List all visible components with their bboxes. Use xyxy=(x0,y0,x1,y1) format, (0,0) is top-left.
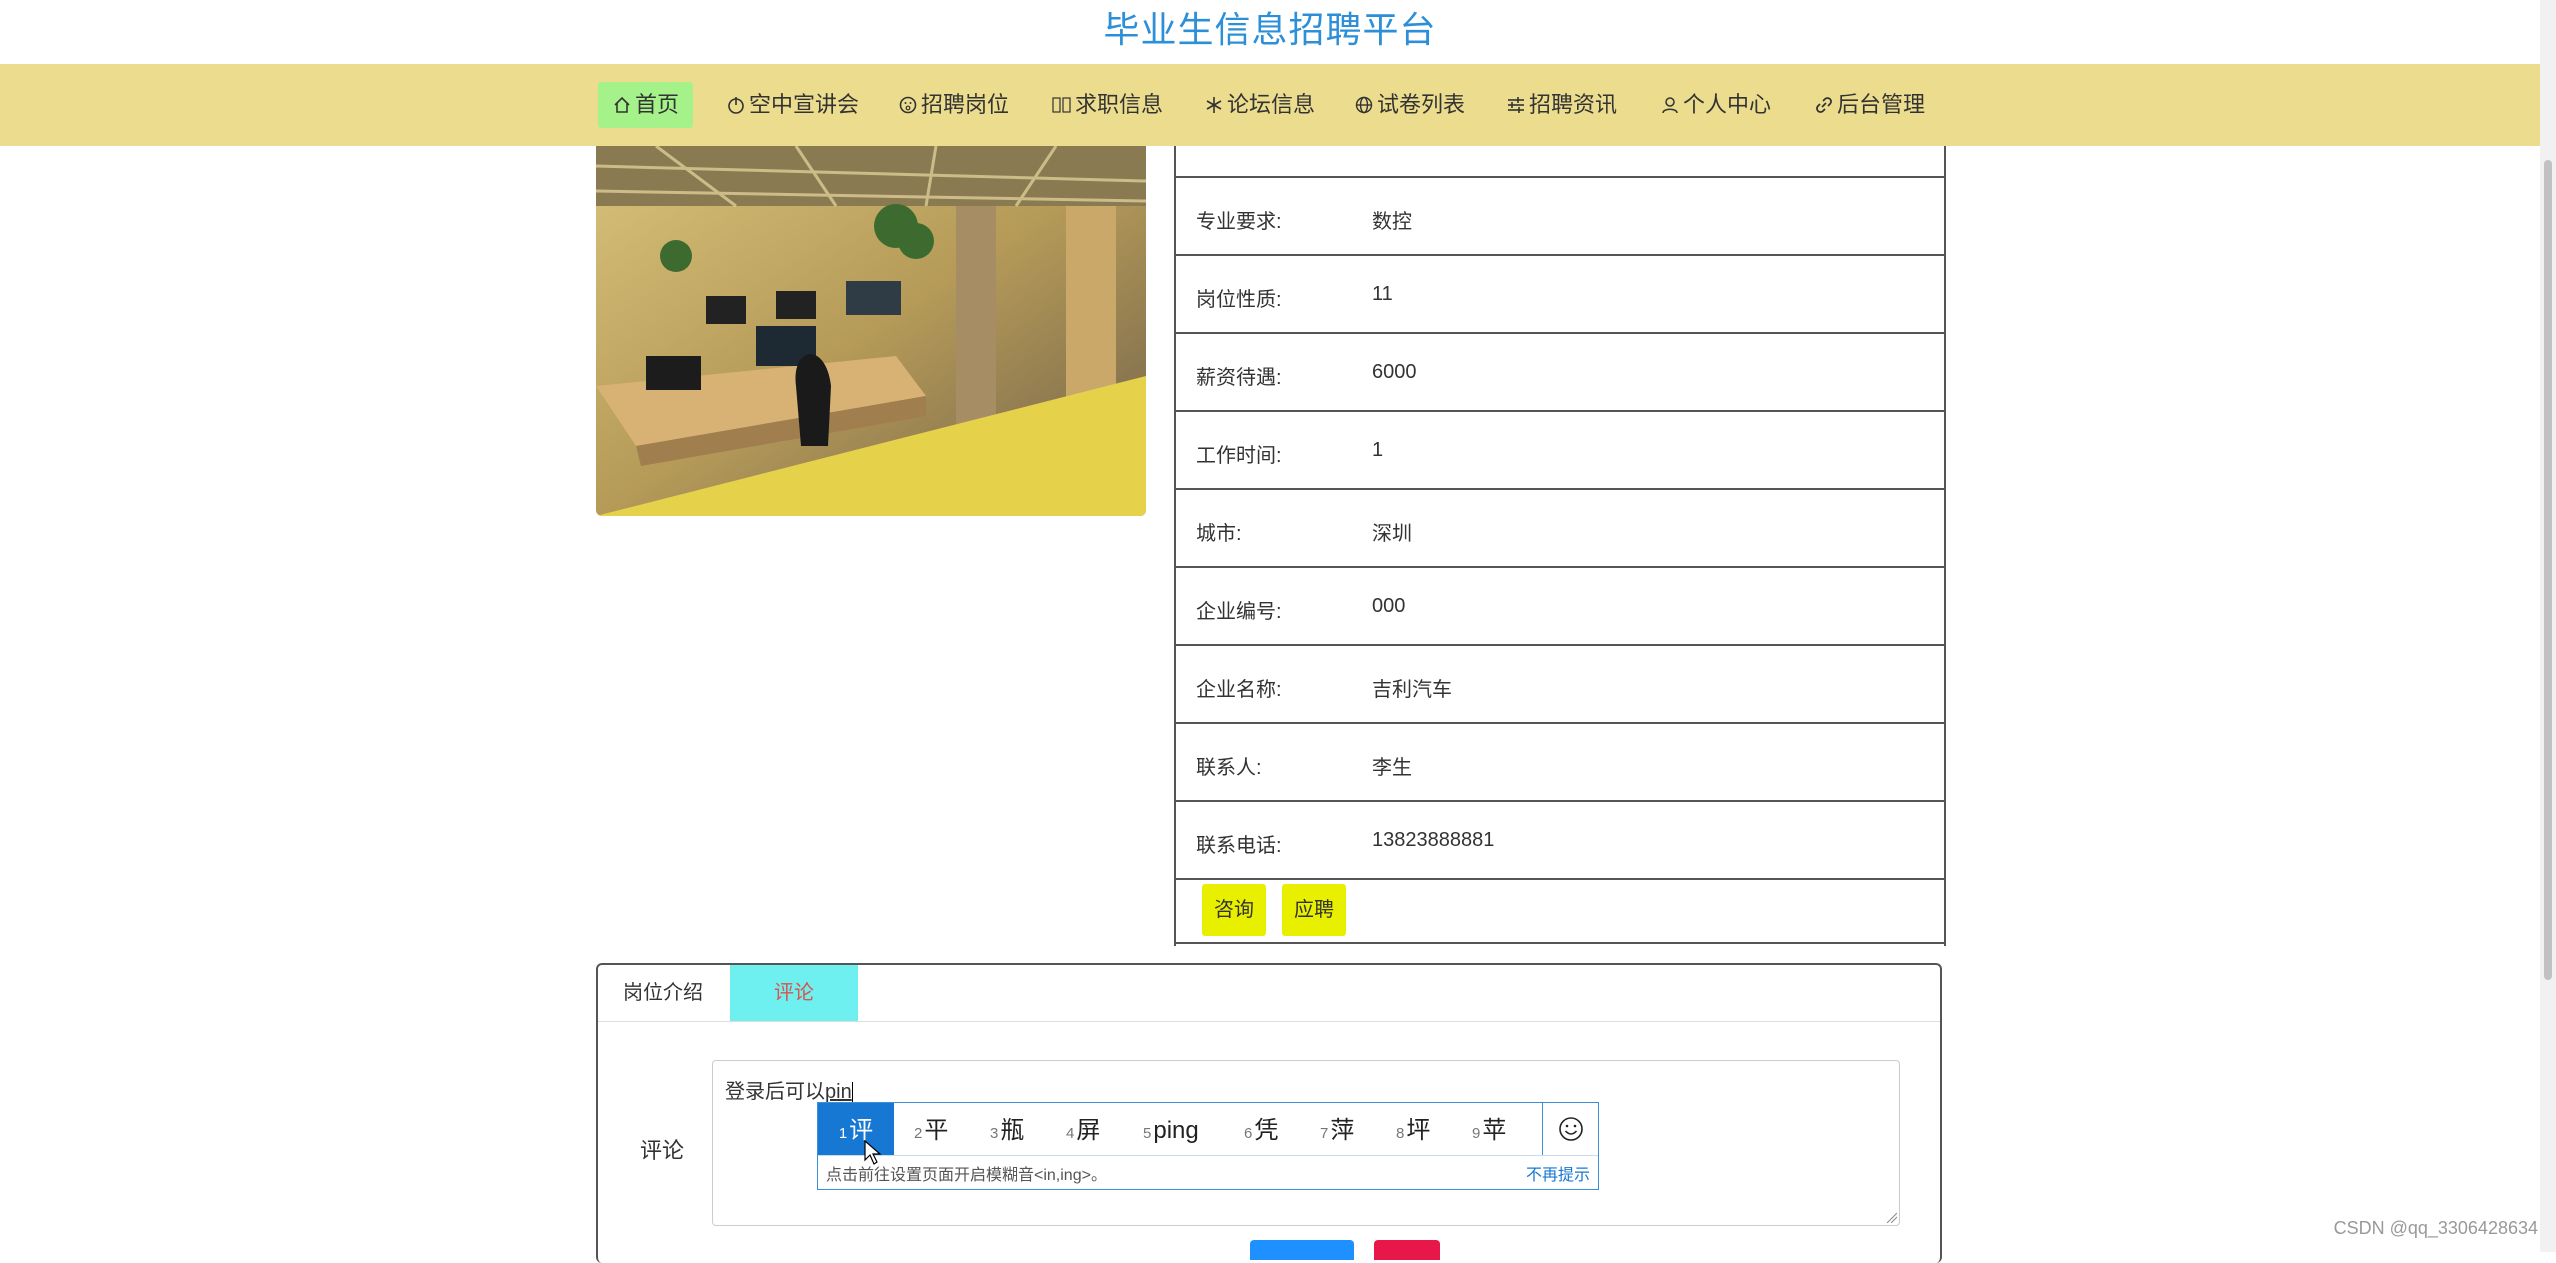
detail-value: 6000 xyxy=(1372,361,1417,383)
nav-item-label: 招聘资讯 xyxy=(1529,92,1618,117)
snowflake-icon xyxy=(1204,95,1224,115)
consult-button[interactable]: 咨询 xyxy=(1202,884,1266,936)
tab-comments[interactable]: 评论 xyxy=(730,965,858,1021)
nav-item-forum[interactable]: 论坛信息 xyxy=(1190,82,1329,128)
detail-value: 1 xyxy=(1372,439,1384,461)
smiley-icon[interactable] xyxy=(1558,1116,1584,1142)
nav-item-label: 后台管理 xyxy=(1837,92,1926,117)
tab-strip: 岗位介绍 评论 xyxy=(598,965,1940,1022)
apply-button[interactable]: 应聘 xyxy=(1282,884,1346,936)
detail-label: 城市: xyxy=(1196,523,1242,545)
detail-label: 岗位性质: xyxy=(1196,289,1282,311)
nav-item-exam-list[interactable]: 试卷列表 xyxy=(1340,82,1479,128)
nav-item-job-posts[interactable]: 招聘岗位 xyxy=(884,82,1023,128)
nav-item-personal-center[interactable]: 个人中心 xyxy=(1646,82,1785,128)
ime-candidate-9[interactable]: 9苹 xyxy=(1472,1103,1506,1155)
comment-composing-text: pin xyxy=(825,1081,852,1103)
detail-value: 李生 xyxy=(1372,757,1412,779)
ime-dismiss-link[interactable]: 不再提示 xyxy=(1526,1161,1590,1185)
mouse-cursor-icon xyxy=(864,1140,882,1165)
reset-comment-button[interactable] xyxy=(1374,1240,1440,1260)
power-icon xyxy=(726,95,746,115)
nav-item-admin[interactable]: 后台管理 xyxy=(1800,82,1939,128)
resize-grip-icon[interactable] xyxy=(1885,1211,1897,1223)
nav-item-recruit-news[interactable]: 招聘资讯 xyxy=(1492,82,1631,128)
home-icon xyxy=(612,95,632,115)
detail-label: 联系电话: xyxy=(1196,835,1282,857)
nav-item-job-seeking[interactable]: 求职信息 xyxy=(1038,82,1177,128)
user-icon xyxy=(1660,95,1680,115)
link-icon xyxy=(1814,95,1834,115)
ime-candidate-popup: 1评 2平 3瓶 4屏 5ping 6凭 7萍 8坪 9苹 点击前往设置页面开启… xyxy=(817,1102,1599,1190)
detail-value: 深圳 xyxy=(1372,523,1412,545)
main-navbar: 首页 空中宣讲会 招聘岗位 求职信息 论坛信息 试卷列表 招聘资讯 个人中心 后… xyxy=(0,64,2540,146)
ime-candidate-2[interactable]: 2平 xyxy=(914,1103,948,1155)
detail-value: 数控 xyxy=(1372,211,1412,233)
detail-label: 企业编号: xyxy=(1196,601,1282,623)
ime-candidate-8[interactable]: 8坪 xyxy=(1396,1103,1430,1155)
detail-label: 薪资待遇: xyxy=(1196,367,1282,389)
nav-item-air-presentation[interactable]: 空中宣讲会 xyxy=(712,82,873,128)
ime-candidate-3[interactable]: 3瓶 xyxy=(990,1103,1024,1155)
tab-job-intro[interactable]: 岗位介绍 xyxy=(598,965,728,1021)
nav-item-label: 求职信息 xyxy=(1075,92,1164,117)
job-photo xyxy=(596,146,1146,516)
nav-item-label: 招聘岗位 xyxy=(921,92,1010,117)
nav-item-label: 论坛信息 xyxy=(1227,92,1316,117)
detail-value: 13823888881 xyxy=(1372,829,1495,851)
detail-value: 000 xyxy=(1372,595,1406,617)
nav-item-label: 空中宣讲会 xyxy=(749,92,860,117)
page-scrollbar[interactable] xyxy=(2540,0,2556,1252)
ime-separator xyxy=(818,1155,1598,1156)
ime-candidate-4[interactable]: 4屏 xyxy=(1066,1103,1100,1155)
detail-label: 专业要求: xyxy=(1196,211,1282,233)
ime-candidate-7[interactable]: 7萍 xyxy=(1320,1103,1354,1155)
job-details-table: 专业要求: 数控 岗位性质: 11 薪资待遇: 6000 工作时间: 1 城市:… xyxy=(1174,146,1946,946)
scrollbar-thumb[interactable] xyxy=(2544,160,2552,980)
ime-divider xyxy=(1542,1103,1543,1155)
comment-label: 评论 xyxy=(640,1138,685,1163)
detail-label: 联系人: xyxy=(1196,757,1262,779)
ime-candidate-5[interactable]: 5ping xyxy=(1143,1103,1199,1155)
detail-value: 吉利汽车 xyxy=(1372,679,1452,701)
globe-icon xyxy=(1354,95,1374,115)
ime-candidate-6[interactable]: 6凭 xyxy=(1244,1103,1278,1155)
sliders-icon xyxy=(1506,95,1526,115)
comment-committed-text: 登录后可以 xyxy=(725,1081,825,1103)
comment-text: 登录后可以pin xyxy=(725,1075,853,1104)
ime-candidate-1[interactable]: 1评 xyxy=(818,1103,894,1155)
nav-item-label: 首页 xyxy=(635,92,680,117)
detail-label: 工作时间: xyxy=(1196,445,1282,467)
watermark: CSDN @qq_3306428634 xyxy=(2333,1218,2538,1238)
detail-value: 11 xyxy=(1372,283,1393,305)
face-icon xyxy=(898,95,918,115)
site-title: 毕业生信息招聘平台 xyxy=(1103,9,1437,50)
nav-item-home[interactable]: 首页 xyxy=(598,82,694,128)
text-caret xyxy=(851,1081,853,1104)
detail-label: 企业名称: xyxy=(1196,679,1282,701)
nav-item-label: 个人中心 xyxy=(1683,92,1772,117)
missing-glyph-icon xyxy=(1052,95,1072,115)
nav-item-label: 试卷列表 xyxy=(1377,92,1466,117)
submit-comment-button[interactable] xyxy=(1250,1240,1354,1260)
